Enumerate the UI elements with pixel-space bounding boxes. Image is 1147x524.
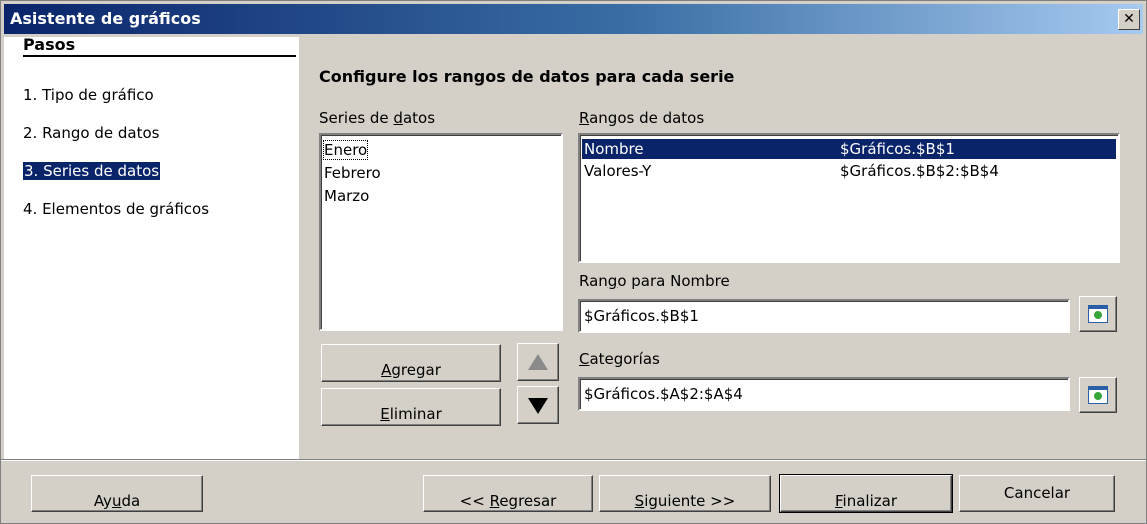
add-series-button[interactable]: Agregar [321,344,501,382]
series-item-enero[interactable]: Enero [322,140,369,160]
shrink-range-icon [1088,305,1108,323]
page-heading: Configure los rangos de datos para cada … [319,67,735,86]
series-list[interactable]: Enero Febrero Marzo [319,133,563,331]
steps-title: Pasos [23,35,76,54]
data-ranges-label: Rangos de datos [579,109,705,127]
arrow-up-icon [528,354,548,370]
select-categories-range-button[interactable] [1079,377,1117,413]
cancel-button[interactable]: Cancelar [959,475,1115,512]
move-up-button[interactable] [517,343,559,381]
step-data-series[interactable]: 3. Series de datos [23,162,161,180]
step-data-range[interactable]: 2. Rango de datos [23,124,159,142]
categories-label: Categorías [579,350,660,368]
data-ranges-list[interactable]: Nombre $Gráficos.$B$1 Valores-Y $Gráfico… [578,133,1120,263]
categories-input[interactable]: $Gráficos.$A$2:$A$4 [578,377,1070,411]
remove-series-button[interactable]: Eliminar [321,388,501,426]
series-item-marzo[interactable]: Marzo [324,187,369,205]
name-range-input[interactable]: $Gráficos.$B$1 [578,299,1070,333]
title-bar: Asistente de gráficos ✕ [4,4,1143,34]
close-icon: ✕ [1123,11,1135,27]
name-range-label: Rango para Nombre [579,272,730,290]
step-chart-elements[interactable]: 4. Elementos de gráficos [23,200,209,218]
range-row-name[interactable]: Nombre $Gráficos.$B$1 [582,139,1116,159]
next-button[interactable]: Siguiente >> [599,475,771,512]
step-chart-type[interactable]: 1. Tipo de gráfico [23,86,154,104]
close-button[interactable]: ✕ [1118,9,1140,30]
range-row-values[interactable]: Valores-Y $Gráficos.$B$2:$B$4 [582,161,1116,181]
chart-wizard-dialog: Asistente de gráficos ✕ Pasos 1. Tipo de… [0,0,1147,524]
finish-button[interactable]: Finalizar [779,474,953,513]
arrow-down-icon [528,398,548,414]
help-button[interactable]: Ayuda [31,475,203,512]
series-item-febrero[interactable]: Febrero [324,164,381,182]
select-name-range-button[interactable] [1079,296,1117,332]
series-label: Series de datos [319,109,436,127]
back-button[interactable]: << Regresar [423,475,593,512]
steps-divider [23,55,296,57]
shrink-range-icon [1088,386,1108,404]
move-down-button[interactable] [517,386,559,424]
window-title: Asistente de gráficos [10,9,201,28]
